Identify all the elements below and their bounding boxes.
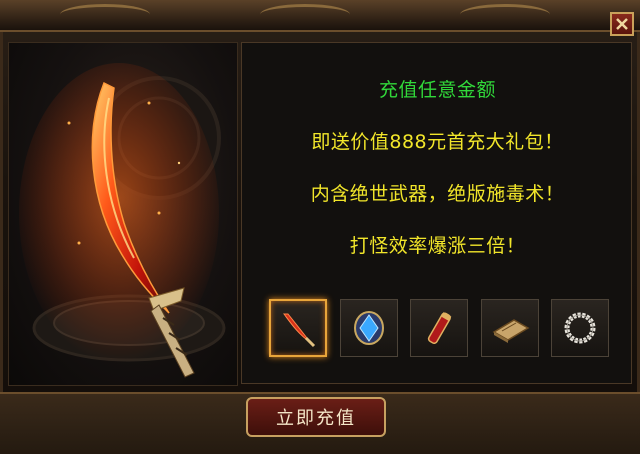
blade-icon [283,313,316,348]
close-icon [616,18,628,30]
reward-slot-blade[interactable] [269,299,327,357]
promo-line-weapon: 内含绝世武器，绝版施毒术！ [310,183,565,205]
bead-necklace-icon [564,312,596,344]
blue-gem-icon [354,311,384,345]
reward-slot-necklace[interactable] [551,299,609,357]
promo-line-efficiency: 打怪效率爆涨三倍！ [349,235,526,257]
weapon-showcase [8,42,238,386]
close-button[interactable] [610,12,634,36]
reward-slot-gem[interactable] [340,299,398,357]
reward-slot-scroll[interactable] [410,299,468,357]
red-scroll-icon [427,312,452,345]
promo-headline: 充值任意金额 [378,79,496,101]
reward-slot-book[interactable] [481,299,539,357]
promo-line-gift: 即送价值888元首充大礼包！ [311,131,564,153]
skill-book-icon [492,319,530,343]
showcase-artwork [19,63,226,378]
dialog-top-ornament [0,0,640,32]
promo-panel: 充值任意金额 即送价值888元首充大礼包！ 内含绝世武器，绝版施毒术！ 打怪效率… [241,42,632,384]
recharge-now-button[interactable]: 立即充值 [246,397,386,437]
